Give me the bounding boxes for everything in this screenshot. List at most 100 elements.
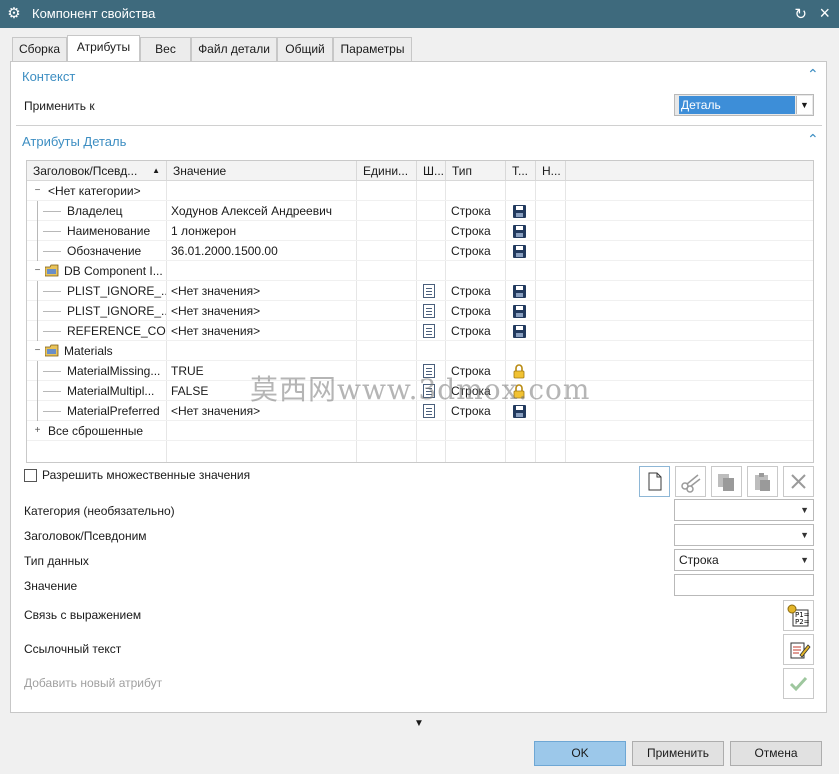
new-document-icon [648,472,662,491]
tab-parameters[interactable]: Параметры [333,37,412,61]
gear-icon: ⚙ [7,5,21,22]
expression-icon: P1= P2= [787,604,810,627]
tree-line [37,221,38,241]
apply-button[interactable]: Применить [632,741,724,766]
category-select[interactable]: ▼ [674,499,814,521]
cell-type: Строка [451,244,491,258]
document-icon [423,284,435,298]
col-units[interactable]: Едини... [357,161,417,181]
table-row[interactable]: Владелец Ходунов Алексей Андреевич Строка [27,201,813,221]
table-row[interactable]: PLIST_IGNORE_... <Нет значения> Строка [27,301,813,321]
chevron-down-icon: ▼ [800,505,809,515]
folder-icon [45,344,59,357]
datatype-select[interactable]: Строка ▼ [674,549,814,571]
tree-line [37,201,38,221]
collapse-icon[interactable]: − [33,186,42,196]
table-row[interactable]: PLIST_IGNORE_... <Нет значения> Строка [27,281,813,301]
delete-icon [791,474,806,489]
edit-text-icon [790,642,811,659]
paste-button[interactable] [747,466,778,497]
col-n[interactable]: Н... [536,161,566,181]
cell-title: Наименование [67,224,151,238]
cell-value: <Нет значения> [171,324,261,338]
reset-icon[interactable]: ↻ [794,5,807,23]
tab-attributes[interactable]: Атрибуты [67,35,140,62]
tab-part-file[interactable]: Файл детали [191,37,277,61]
cell-type: Строка [451,204,491,218]
tab-general[interactable]: Общий [277,37,333,61]
reference-text-label: Ссылочный текст [24,642,122,656]
tree-line [43,371,61,372]
table-row[interactable]: REFERENCE_CO... <Нет значения> Строка [27,321,813,341]
cell-value: <Нет значения> [171,304,261,318]
col-t[interactable]: Т... [506,161,536,181]
value-input[interactable] [674,574,814,596]
reference-text-button[interactable] [783,634,814,665]
category-label: Категория (необязательно) [24,504,175,518]
close-icon[interactable]: × [819,3,830,24]
save-icon [513,325,526,338]
cell-value: Ходунов Алексей Андреевич [171,204,333,218]
tree-line [43,331,61,332]
cell-title: MaterialMultipl... [67,384,155,398]
cell-type [451,261,505,281]
datatype-value: Строка [679,553,719,567]
expand-icon[interactable]: + [33,426,42,436]
tree-line [37,301,38,321]
copy-button[interactable] [711,466,742,497]
table-row[interactable]: Наименование 1 лонжерон Строка [27,221,813,241]
cell-title: Materials [64,344,113,358]
title-alias-select[interactable]: ▼ [674,524,814,546]
delete-button[interactable] [783,466,814,497]
add-attribute-button[interactable] [783,668,814,699]
category-row[interactable]: − <Нет категории> [27,181,813,201]
tab-weight[interactable]: Вес [140,37,191,61]
new-attribute-button[interactable] [639,466,670,497]
cell-type: Строка [451,224,491,238]
collapse-attributes-icon[interactable]: ⌃ [807,131,819,148]
tree-line [37,401,38,421]
tab-assembly[interactable]: Сборка [12,37,67,61]
tree-line [37,281,38,301]
col-w[interactable]: Ш... [417,161,446,181]
collapse-context-icon[interactable]: ⌃ [807,66,819,83]
datatype-label: Тип данных [24,554,89,568]
svg-text:P2=: P2= [795,618,810,626]
sort-up-icon: ▲ [152,166,160,175]
tree-line [37,381,38,401]
context-section-title: Контекст [22,69,76,84]
cell-title: MaterialPreferred [67,404,160,418]
col-value[interactable]: Значение [167,161,357,181]
cell-title: REFERENCE_CO... [67,324,166,338]
category-row[interactable]: + Все сброшенные [27,421,813,441]
cut-button[interactable] [675,466,706,497]
tree-line [43,391,61,392]
copy-icon [718,474,734,491]
table-header: Заголовок/Псевд... ▲ Значение Едини... Ш.… [27,161,813,181]
checkmark-icon [789,676,808,692]
cell-value [171,341,355,361]
category-row[interactable]: − DB Component I... [27,261,813,281]
cell-title: Все сброшенные [48,424,144,438]
cell-type: Строка [451,284,491,298]
col-type[interactable]: Тип [446,161,506,181]
divider [16,125,822,126]
allow-multiple-label: Разрешить множественные значения [42,468,251,482]
collapse-icon[interactable]: − [33,266,42,276]
cell-title: PLIST_IGNORE_... [67,284,166,298]
expression-button[interactable]: P1= P2= [783,600,814,631]
table-row[interactable]: Обозначение 36.01.2000.1500.00 Строка [27,241,813,261]
expand-dialog-icon[interactable]: ▼ [414,718,424,729]
save-icon [513,225,526,238]
tree-line [43,251,61,252]
apply-to-select[interactable]: Деталь ▼ [674,94,814,116]
add-attribute-label: Добавить новый атрибут [24,676,163,690]
folder-icon [45,264,59,277]
allow-multiple-checkbox[interactable] [24,469,37,482]
tree-line [37,361,38,381]
col-title[interactable]: Заголовок/Псевд... ▲ [27,161,167,181]
ok-button[interactable]: OK [534,741,626,766]
category-row[interactable]: − Materials [27,341,813,361]
cancel-button[interactable]: Отмена [730,741,822,766]
collapse-icon[interactable]: − [33,346,42,356]
